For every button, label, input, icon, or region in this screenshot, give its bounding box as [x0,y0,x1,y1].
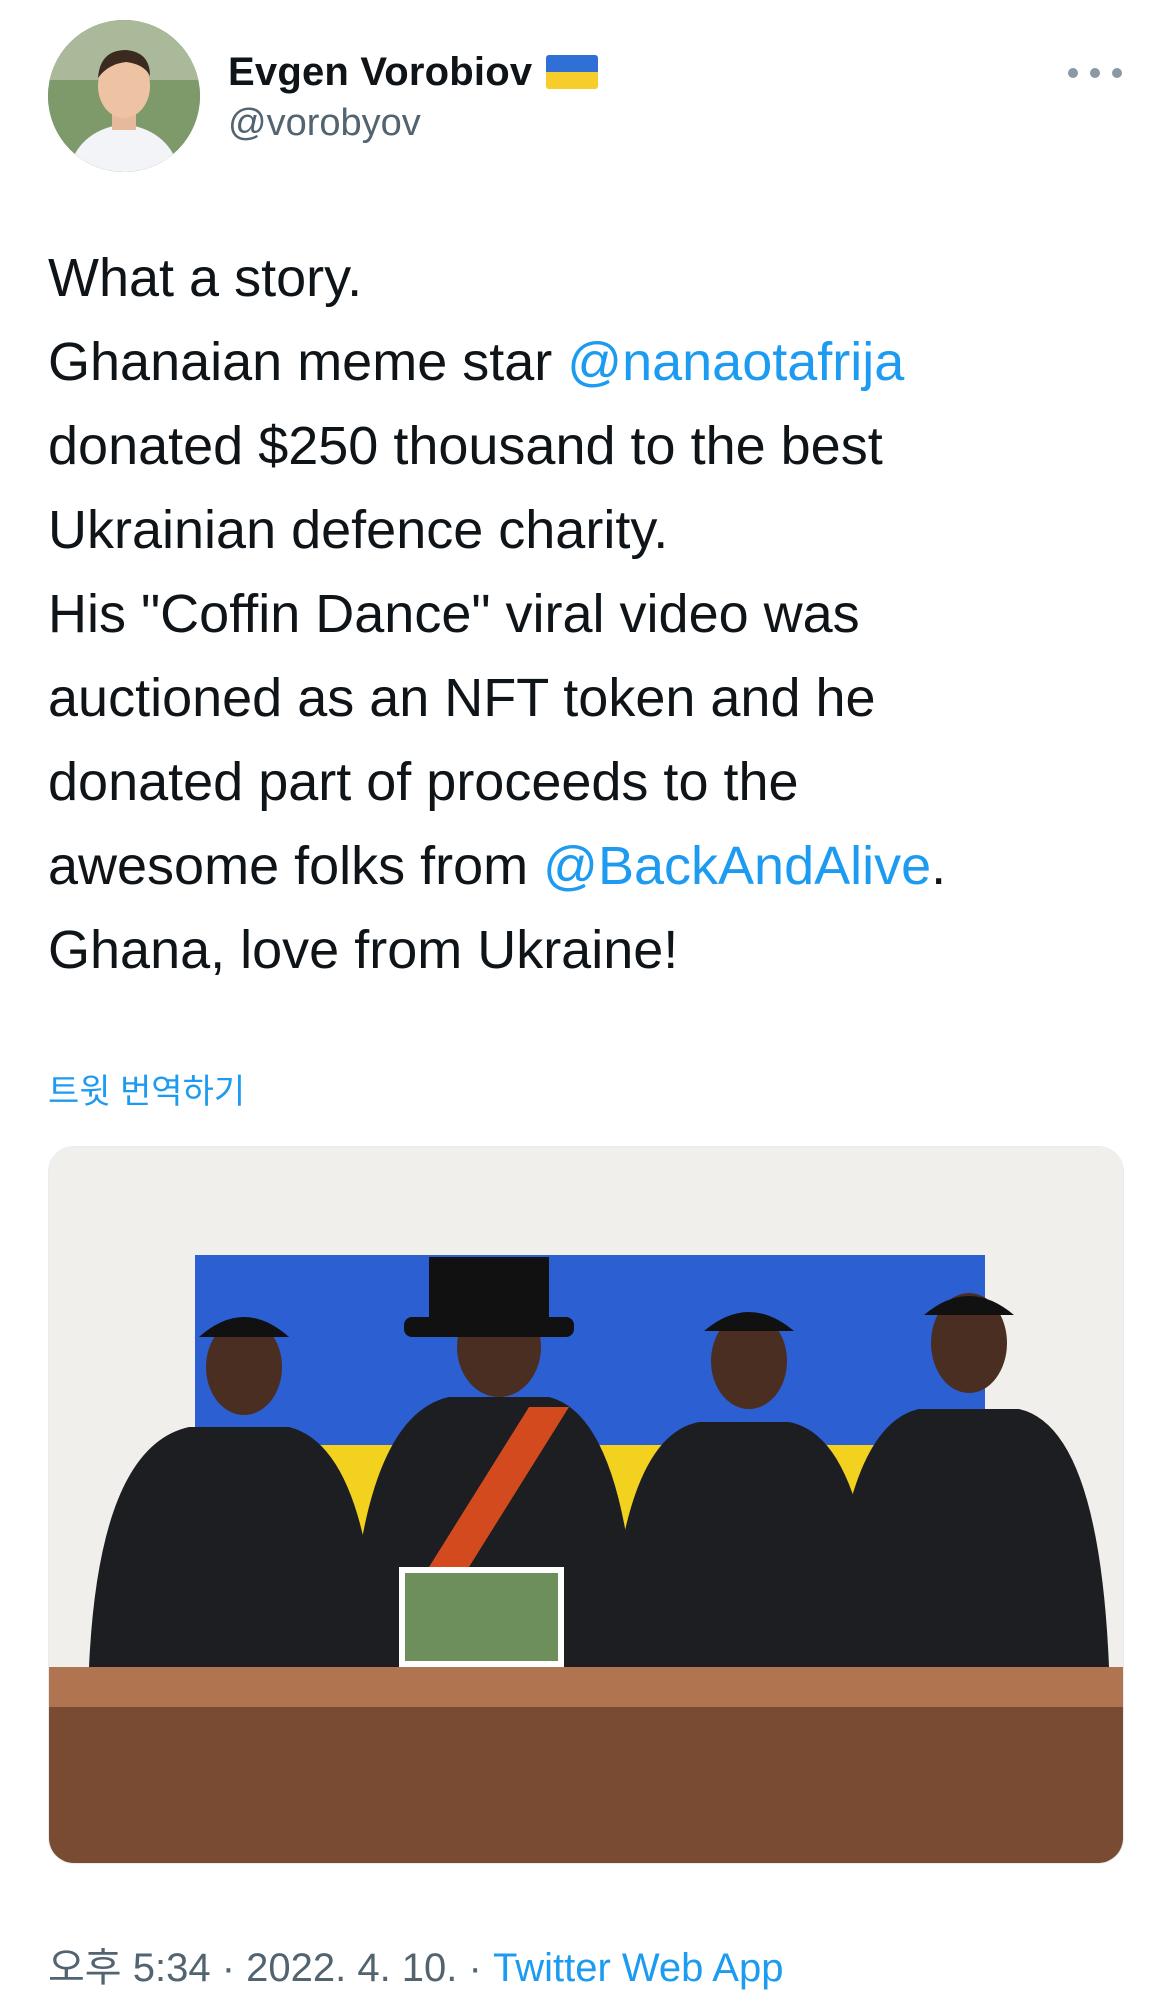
avatar-image [48,20,200,172]
tweet-text-segment: Ghanaian meme star [48,332,568,392]
tweet-text-line: Ghana, love from Ukraine! [48,908,1128,992]
more-options-icon[interactable] [1068,58,1122,88]
tweet-text-segment: What a story. [48,248,363,308]
tweet-text-segment: . [931,836,947,896]
tweet-text-line: His "Coffin Dance" viral video was [48,572,1128,656]
name-row: Evgen Vorobiov [228,46,599,98]
tweet-text-segment: awesome folks from [48,836,544,896]
tweet-text-line: Ghanaian meme star @nanaotafrija [48,320,1128,404]
display-name[interactable]: Evgen Vorobiov [228,50,532,95]
tweet-text-line: donated $250 thousand to the best [48,404,1128,488]
tweet-text-segment: auctioned as an NFT token and he [48,668,876,728]
tweet-text-line: donated part of proceeds to the [48,740,1128,824]
tweet-time[interactable]: 오후 5:34 [48,1946,211,1990]
coffin-dance-photo [49,1147,1123,1863]
user-handle[interactable]: @vorobyov [228,102,421,145]
tweet-text-line: What a story. [48,236,1128,320]
tweet-meta: 오후 5:34 · 2022. 4. 10. · Twitter Web App [48,1935,783,1993]
tweet-text-segment: Ghana, love from Ukraine! [48,920,679,980]
tweet-header: Evgen Vorobiov @vorobyov [48,20,1122,172]
tweet-text-line: awesome folks from @BackAndAlive. [48,824,1128,908]
tweet-source-link[interactable]: Twitter Web App [493,1946,784,1990]
avatar[interactable] [48,20,200,172]
ukraine-flag-icon [546,55,599,89]
tweet-text-segment: Ukrainian defence charity. [48,500,669,560]
tweet-text: What a story. Ghanaian meme star @nanaota… [48,236,1128,992]
mention-link[interactable]: @nanaotafrija [567,332,904,392]
tweet-text-line: auctioned as an NFT token and he [48,656,1128,740]
tweet-text-segment: His "Coffin Dance" viral video was [48,584,860,644]
tweet-text-line: Ukrainian defence charity. [48,488,1128,572]
meta-separator: · [210,1946,247,1990]
tweet-text-segment: donated part of proceeds to the [48,752,799,812]
tweet-text-segment: donated $250 thousand to the best [48,416,883,476]
tweet-date[interactable]: 2022. 4. 10. [246,1946,457,1990]
translate-tweet-link[interactable]: 트윗 번역하기 [48,1064,245,1113]
meta-separator: · [457,1946,493,1990]
mention-link[interactable]: @BackAndAlive [543,836,931,896]
tweet-photo[interactable] [48,1146,1124,1864]
